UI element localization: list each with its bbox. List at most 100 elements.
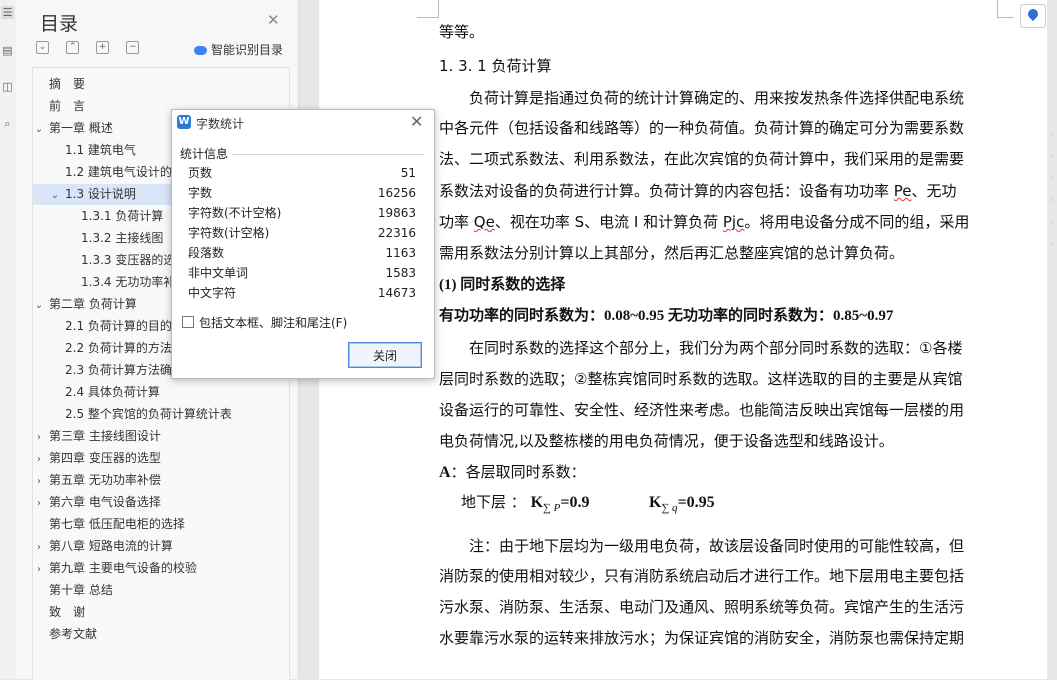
divider [232,154,424,155]
toc-item[interactable]: 摘 要 [33,74,287,95]
toc-item-label: 1.3 设计说明 [65,187,136,201]
toc-item-label: 第一章 概述 [49,121,113,135]
doc-line: 设备运行的可靠性、安全性、经济性来考虑。也能简洁反映出宾馆每一层楼的用 [439,401,965,419]
toc-item[interactable]: 第七章 低压配电柜的选择 [33,514,287,535]
toc-item[interactable]: › 第六章 电气设备选择 [33,492,287,513]
toc-item-label: 2.2 负荷计算的方法 [65,341,172,355]
chevron-right-icon[interactable]: › [33,449,45,470]
toc-item-label: 致 谢 [49,605,86,619]
chevron-right-icon[interactable]: › [33,471,45,492]
toc-item[interactable]: 第十章 总结 [33,580,287,601]
chevron-right-icon[interactable]: › [33,537,45,558]
checkbox-label: 包括文本框、脚注和尾注(F) [199,316,348,330]
toc-item-label: 2.1 负荷计算的目的 [65,319,172,333]
toc-item[interactable]: › 第三章 主接线图设计 [33,426,287,447]
toc-item-label: 1.3.3 变压器的选 [81,253,176,267]
doc-icon[interactable]: ▤ [1,44,14,57]
toc-item-label: 前 言 [49,99,86,113]
list-icon[interactable]: ☰ [1,6,14,19]
collapse-all-icon[interactable]: ⌃ [66,41,80,54]
toc-item[interactable]: 2.4 具体负荷计算 [33,382,287,403]
toc-item-label: 1.2 建筑电气设计的 [65,165,172,179]
doc-line: 水要靠污水泵的运转来排放污水；为保证宾馆的消防安全，消防泵也需保持定期 [439,629,965,647]
chevron-right-icon[interactable]: › [33,493,45,514]
smart-toc-label: 智能识别目录 [211,43,284,57]
doc-line: 注：由于地下层均为一级用电负荷，故该层设备同时使用的可能性较高，但 [469,537,965,555]
toc-item[interactable]: › 第四章 变压器的选型 [33,448,287,469]
toc-item-label: 第三章 主接线图设计 [49,429,161,443]
toc-item-label: 摘 要 [49,77,86,91]
stat-label: 段落数 [188,246,225,260]
expand-all-icon[interactable]: ⌄ [36,41,49,54]
stat-row: 段落数 1163 [188,243,416,263]
toc-item[interactable]: 2.5 整个宾馆的负荷计算统计表 [33,404,287,425]
checkbox-icon[interactable] [182,316,194,328]
page-corner-mark [997,0,1014,18]
location-pin-icon[interactable] [1020,4,1046,28]
stat-row: 中文字符 14673 [188,283,416,303]
doc-line: A：各层取同时系数： [439,463,586,481]
doc-line: 系数法对设备的负荷进行计算。负荷计算的内容包括：设备有功功率 Pe、无功 [439,182,957,200]
toc-item-label: 1.1 建筑电气 [65,143,136,157]
doc-line: 法、二项式系数法、利用系数法，在此次宾馆的负荷计算中，我们采用的是需要 [439,150,965,168]
stat-value: 16256 [377,186,416,200]
add-heading-icon[interactable]: + [96,41,110,54]
toc-item[interactable]: › 第八章 短路电流的计算 [33,536,287,557]
toc-item-label: 第十章 总结 [49,583,113,597]
toc-item-label: 第八章 短路电流的计算 [49,539,173,553]
toc-item-label: 第七章 低压配电柜的选择 [49,517,185,531]
toc-item-label: 2.5 整个宾馆的负荷计算统计表 [65,407,232,421]
stat-label: 非中文单词 [188,266,249,280]
chevron-right-icon[interactable]: › [33,559,45,580]
page-corner-mark [417,0,439,18]
chevron-down-icon[interactable]: ⌄ [49,185,61,206]
left-icon-strip: ☰ ▤ ◫ ⌕ [0,0,17,679]
cloud-icon [194,46,207,55]
toc-item[interactable]: 致 谢 [33,602,287,623]
close-icon[interactable]: ✕ [410,112,423,131]
toc-item[interactable]: 参考文献 [33,624,287,645]
toc-item-label: 1.3.4 无功功率补 [81,275,176,289]
search-icon[interactable]: ⌕ [1,117,14,130]
toc-item-label: 第二章 负荷计算 [49,297,137,311]
bookmark-icon[interactable]: ◫ [1,80,14,93]
chevron-down-icon[interactable]: ⌄ [33,119,45,140]
doc-line: 污水泵、消防泵、生活泵、电动门及通风、照明系统等负荷。宾馆产生的生活污 [439,598,965,616]
stat-value: 1583 [385,266,416,280]
stat-label: 页数 [188,166,213,180]
stat-row: 页数 51 [188,163,416,183]
smart-toc-button[interactable]: 智能识别目录 [194,41,283,58]
remove-heading-icon[interactable]: − [126,41,140,54]
side-scroll-markers: ◦ ◦ ◦ ◦ ◦ ◦ [1050,130,1055,249]
doc-line: 电负荷情况,以及整栋楼的用电负荷情况，便于设备选型和线路设计。 [439,432,894,450]
stat-label: 中文字符 [188,286,237,300]
doc-line: 层同时系数的选取；②整栋宾馆同时系数的选取。这样选取的目的主要是从宾馆 [439,370,963,388]
doc-line: 在同时系数的选择这个部分上，我们分为两个部分同时系数的选取：①各楼 [469,339,963,357]
toc-item-label: 2.4 具体负荷计算 [65,385,160,399]
dialog-title: 字数统计 [196,117,245,131]
stat-value: 1163 [385,246,416,260]
stat-row: 字符数(不计空格) 19863 [188,203,416,223]
stat-value: 22316 [377,226,416,240]
toc-item-label: 第九章 主要电气设备的校验 [49,561,197,575]
stats-section-label: 统计信息 [180,147,229,161]
toc-item-label: 第六章 电气设备选择 [49,495,161,509]
stat-label: 字数 [188,186,213,200]
stat-row: 字数 16256 [188,183,416,203]
toc-item-label: 1.3.2 主接线图 [81,231,164,245]
toc-item[interactable]: › 第五章 无功功率补偿 [33,470,287,491]
toc-item[interactable]: › 第九章 主要电气设备的校验 [33,558,287,579]
toc-item-label: 2.3 负荷计算方法确 [65,363,172,377]
doc-line: 需用系数法分别计算以上其部分，然后再汇总整座宾馆的总计算负荷。 [439,244,905,262]
doc-line: 消防泵的使用相对较少，只有消防系统启动后才进行工作。地下层用电主要包括 [439,567,965,585]
stat-value: 14673 [377,286,416,300]
chevron-down-icon[interactable]: ⌄ [33,295,45,316]
app-icon: W [177,115,191,129]
chevron-right-icon[interactable]: › [33,427,45,448]
include-textbox-checkbox[interactable]: 包括文本框、脚注和尾注(F) [182,316,347,330]
doc-line: 功率 Qe、视在功率 S、电流 I 和计算负荷 Pjc。将用电设备分成不同的组，… [439,213,970,231]
doc-line: 负荷计算是指通过负荷的统计计算确定的、用来按发热条件选择供配电系统 [469,89,965,107]
close-icon[interactable]: ✕ [267,11,280,29]
subheading: (1) 同时系数的选择 [439,277,566,293]
close-button[interactable]: 关闭 [348,342,422,368]
